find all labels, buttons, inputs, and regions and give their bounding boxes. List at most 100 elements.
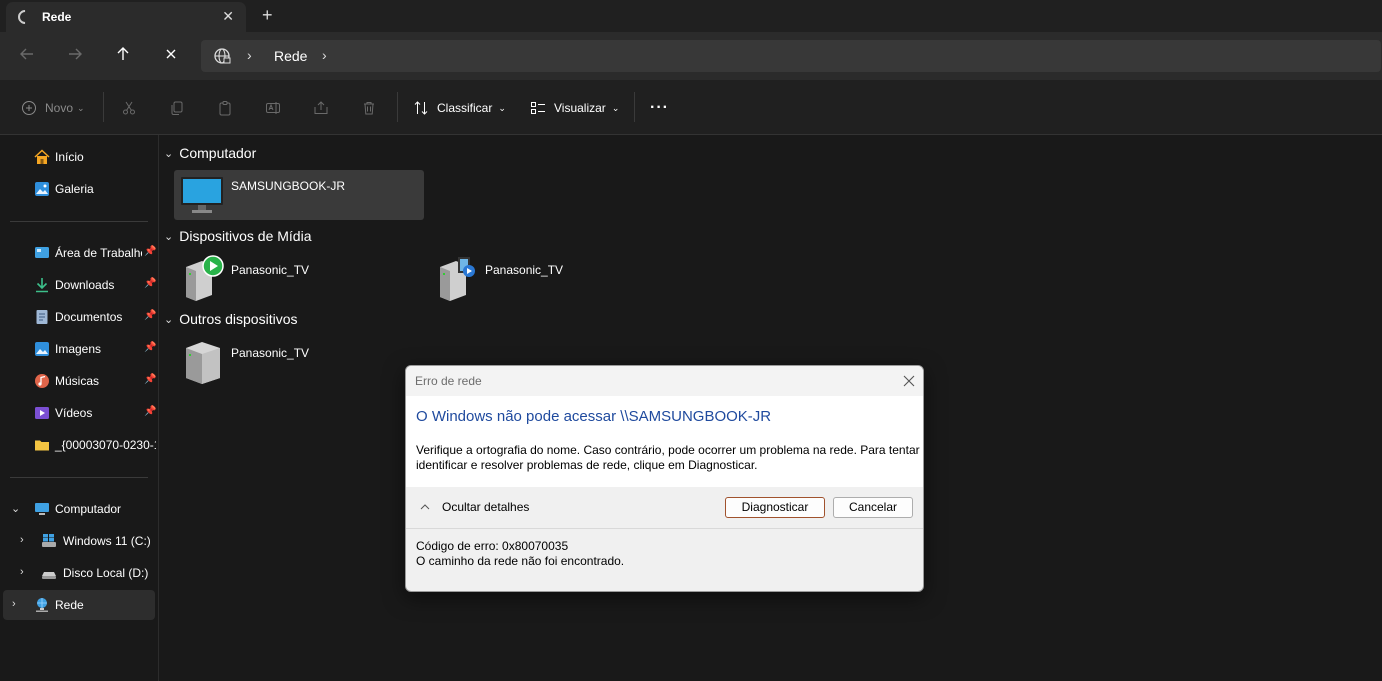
network-error-dialog: Erro de rede O Windows não pode acessar … (405, 365, 924, 592)
sidebar-item-label: Windows 11 (C:) (63, 534, 151, 548)
download-icon (34, 277, 50, 293)
navigation-pane: Início Galeria Área de Trabalho 📌 Downlo… (0, 135, 159, 681)
media-player-device-icon (182, 255, 226, 306)
pin-icon[interactable]: 📌 (142, 342, 156, 353)
media-renderer-device-icon (436, 255, 480, 306)
plus-circle-icon (22, 101, 36, 115)
chevron-down-icon: ⌄ (164, 230, 174, 243)
chevron-down-icon[interactable]: ⌄ (11, 502, 20, 515)
sidebar-item-label: Rede (55, 598, 84, 612)
pin-icon[interactable]: 📌 (142, 246, 156, 257)
new-button[interactable]: Novo ⌄ (21, 98, 85, 118)
chevron-down-icon: ⌄ (164, 147, 174, 160)
breadcrumb-rede[interactable]: Rede (274, 48, 307, 64)
sidebar-item-label: _{00003070-0230-1000 (55, 438, 156, 452)
up-arrow-icon[interactable] (113, 46, 133, 66)
computer-monitor-icon (180, 175, 224, 218)
back-arrow-icon[interactable] (17, 46, 37, 66)
dialog-message: Verifique a ortografia do nome. Caso con… (416, 443, 920, 472)
cut-icon[interactable] (121, 98, 137, 118)
rename-icon[interactable] (265, 98, 281, 118)
dialog-footer: Ocultar detalhes Diagnosticar Cancelar (406, 487, 923, 529)
cancel-button[interactable]: Cancelar (833, 497, 913, 518)
dialog-body: O Windows não pode acessar \\SAMSUNGBOOK… (406, 396, 923, 487)
tab-title: Rede (42, 10, 72, 24)
pin-icon[interactable]: 📌 (142, 406, 156, 417)
toggle-details-button[interactable]: Ocultar detalhes (420, 500, 529, 514)
sidebar-item-inicio[interactable]: Início (0, 142, 156, 172)
command-bar: Novo ⌄ Classificar ⌄ Visualizar ⌄ ··· (0, 80, 1382, 135)
group-title: Dispositivos de Mídia (179, 228, 312, 244)
more-options-icon[interactable]: ··· (650, 98, 669, 118)
dialog-titlebar: Erro de rede (406, 366, 923, 396)
device-item-panasonic-tv-2[interactable]: Panasonic_TV (428, 253, 678, 303)
tab-rede[interactable]: Rede ✕ (6, 2, 246, 32)
sidebar-item-imagens[interactable]: Imagens 📌 (0, 334, 156, 364)
gallery-icon (34, 181, 50, 197)
sidebar-item-label: Galeria (55, 182, 94, 196)
diagnose-button[interactable]: Diagnosticar (725, 497, 825, 518)
error-details: Código de erro: 0x80070035 O caminho da … (416, 539, 624, 569)
error-code: Código de erro: 0x80070035 (416, 539, 569, 553)
close-icon[interactable] (903, 371, 915, 391)
group-header-computador[interactable]: ⌄ Computador (164, 145, 256, 161)
windows-drive-icon (41, 533, 57, 549)
breadcrumb-chevron-icon[interactable]: › (247, 47, 252, 63)
chevron-right-icon[interactable]: › (20, 534, 24, 546)
chevron-up-icon (420, 501, 430, 513)
copy-icon[interactable] (169, 98, 185, 118)
divider (634, 92, 635, 122)
device-label: Panasonic_TV (231, 263, 310, 277)
sort-button[interactable]: Classificar ⌄ (413, 98, 506, 118)
device-label: Panasonic_TV (231, 346, 310, 360)
sidebar-item-downloads[interactable]: Downloads 📌 (0, 270, 156, 300)
device-item-panasonic-tv-3[interactable]: Panasonic_TV (174, 336, 424, 386)
chevron-down-icon: ⌄ (77, 102, 85, 113)
paste-icon[interactable] (217, 98, 233, 118)
loading-icon (15, 7, 35, 27)
sidebar-item-label: Músicas (55, 374, 100, 388)
document-icon (34, 309, 50, 325)
address-bar[interactable]: › Rede › (201, 40, 1381, 72)
sidebar-item-folder[interactable]: _{00003070-0230-1000 (0, 430, 156, 460)
navigation-bar: › Rede › (0, 32, 1382, 80)
new-tab-icon[interactable]: + (262, 5, 273, 26)
group-title: Computador (179, 145, 257, 161)
music-icon (34, 373, 50, 389)
sidebar-item-galeria[interactable]: Galeria (0, 174, 156, 204)
group-title: Outros dispositivos (179, 311, 298, 327)
sidebar-item-label: Documentos (55, 310, 123, 324)
sidebar-item-desktop[interactable]: Área de Trabalho 📌 (0, 238, 156, 268)
pin-icon[interactable]: 📌 (142, 310, 156, 321)
pin-icon[interactable]: 📌 (142, 278, 156, 289)
close-tab-icon[interactable]: ✕ (222, 8, 234, 25)
device-item-samsungbook[interactable]: SAMSUNGBOOK-JR (174, 170, 424, 220)
stop-loading-icon[interactable] (161, 46, 181, 66)
sidebar-item-windows-c[interactable]: › Windows 11 (C:) (0, 526, 156, 556)
sidebar-item-musicas[interactable]: Músicas 📌 (0, 366, 156, 396)
sidebar-item-rede[interactable]: › Rede (3, 590, 155, 620)
chevron-right-icon[interactable]: › (20, 566, 24, 578)
sidebar-item-disco-d[interactable]: › Disco Local (D:) (0, 558, 156, 588)
view-icon (531, 102, 545, 114)
chevron-right-icon[interactable]: › (12, 598, 16, 610)
delete-icon[interactable] (361, 98, 377, 118)
forward-arrow-icon[interactable] (65, 46, 85, 66)
sidebar-item-computador[interactable]: ⌄ Computador (0, 494, 156, 524)
sort-icon (414, 101, 428, 115)
pin-icon[interactable]: 📌 (142, 374, 156, 385)
group-header-dispositivos-midia[interactable]: ⌄ Dispositivos de Mídia (164, 228, 312, 244)
view-button[interactable]: Visualizar ⌄ (530, 98, 619, 118)
image-icon (34, 341, 50, 357)
share-icon[interactable] (313, 98, 329, 118)
breadcrumb-chevron-icon[interactable]: › (322, 47, 327, 63)
sidebar-item-label: Início (55, 150, 84, 164)
folder-icon (34, 437, 50, 453)
network-icon (34, 597, 50, 613)
sidebar-item-videos[interactable]: Vídeos 📌 (0, 398, 156, 428)
sidebar-item-label: Computador (55, 502, 122, 516)
sidebar-item-documentos[interactable]: Documentos 📌 (0, 302, 156, 332)
device-item-panasonic-tv-1[interactable]: Panasonic_TV (174, 253, 424, 303)
group-header-outros-dispositivos[interactable]: ⌄ Outros dispositivos (164, 311, 298, 327)
chevron-down-icon: ⌄ (164, 313, 174, 326)
